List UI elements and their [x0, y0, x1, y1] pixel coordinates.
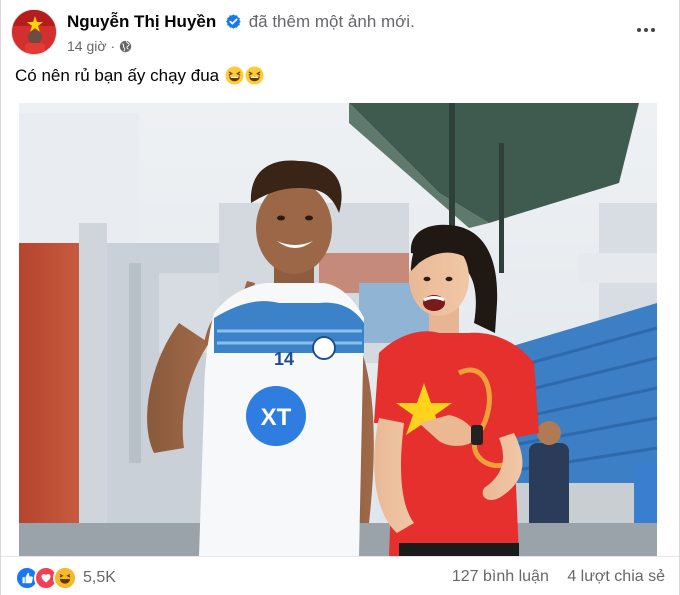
shirt-logo: XT [261, 404, 292, 431]
post-action-text: đã thêm một ảnh mới. [248, 12, 415, 31]
author-name[interactable]: Nguyễn Thị Huyền [67, 12, 216, 31]
post-caption: Có nên rủ bạn ấy chạy đua [15, 66, 264, 86]
post-author-line: Nguyễn Thị Huyền đã thêm một ảnh mới. [67, 12, 415, 32]
verified-badge-icon [226, 14, 241, 29]
reaction-count[interactable]: 5,5K [83, 569, 116, 587]
more-options-button[interactable] [631, 18, 661, 42]
haha-icon [53, 566, 77, 590]
author-avatar[interactable] [11, 9, 57, 55]
post-timestamp[interactable]: 14 giờ [67, 38, 107, 54]
shirt-number: 14 [274, 349, 294, 369]
laughing-emoji-icon [225, 66, 244, 85]
more-options-icon-dot [644, 28, 648, 32]
meta-separator: · [110, 38, 116, 54]
post-header: Nguyễn Thị Huyền đã thêm một ảnh mới. 14… [1, 0, 679, 64]
caption-text: Có nên rủ bạn ấy chạy đua [15, 66, 220, 85]
post-photo[interactable]: 14 XT [19, 103, 657, 556]
facebook-post: Nguyễn Thị Huyền đã thêm một ảnh mới. 14… [0, 0, 680, 595]
more-options-icon [637, 28, 641, 32]
reactions-summary[interactable]: 5,5K [15, 566, 116, 590]
shares-count[interactable]: 4 lượt chia sẻ [567, 568, 665, 585]
post-meta: 14 giờ · [67, 38, 132, 54]
post-stats: 127 bình luận 4 lượt chia sẻ [452, 568, 665, 586]
comments-count[interactable]: 127 bình luận [452, 568, 549, 585]
post-footer: 5,5K 127 bình luận 4 lượt chia sẻ [1, 556, 679, 595]
more-options-icon-dot [651, 28, 655, 32]
laughing-emoji-icon [245, 66, 264, 85]
globe-icon[interactable] [119, 40, 132, 53]
